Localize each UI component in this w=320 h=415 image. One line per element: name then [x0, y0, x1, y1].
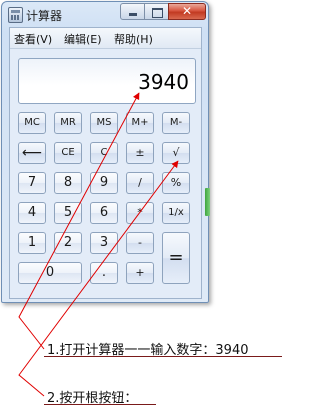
annotation-underline-1	[44, 356, 282, 357]
arrow-to-sqrt	[18, 160, 179, 397]
arrow-to-display	[18, 92, 140, 350]
annotation-underline-2	[44, 404, 156, 405]
